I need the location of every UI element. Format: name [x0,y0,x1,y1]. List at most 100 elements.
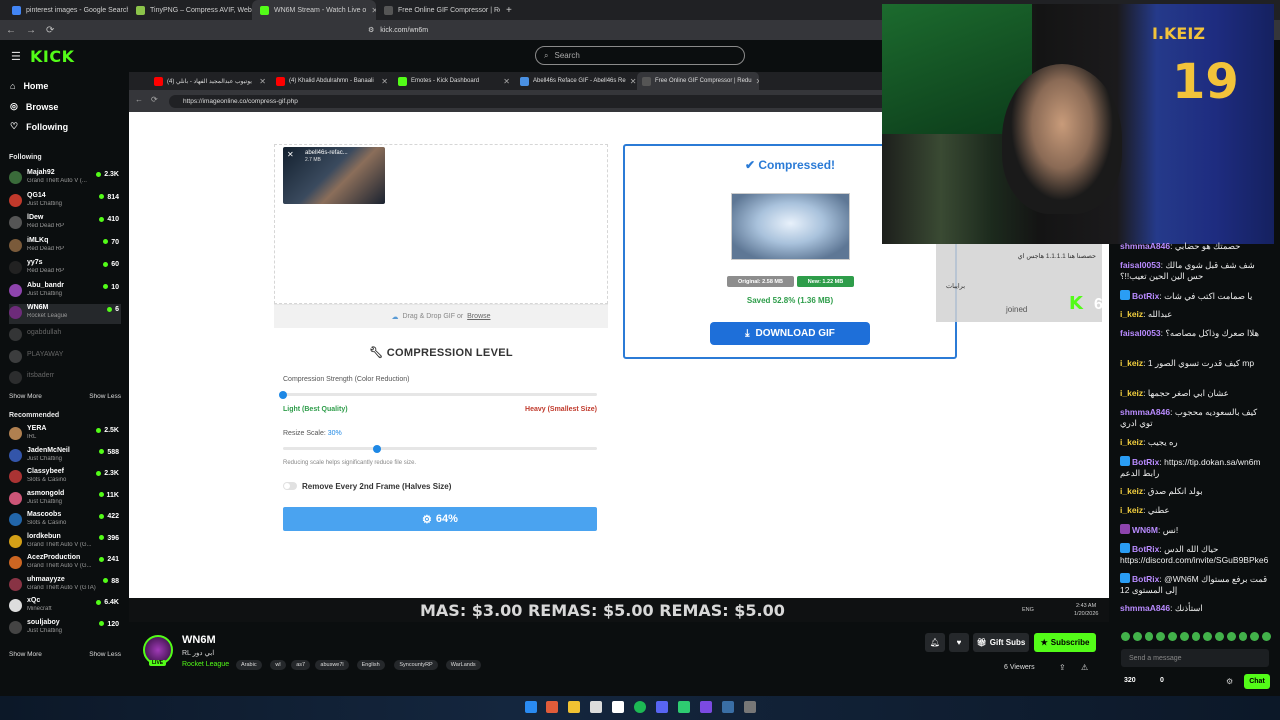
chat-username[interactable]: shmmaA846 [1120,603,1170,613]
sidebar-channel[interactable]: Mascoobs Slots & Casino 422 [9,511,121,531]
resize-slider[interactable] [283,447,597,450]
inner-tab[interactable]: Emotes - Kick Dashboard ✕ [393,72,515,90]
chat-username[interactable]: i_keiz [1120,388,1143,398]
sidebar-channel[interactable]: iMLKq Red Dead RP 70 [9,237,121,257]
sidebar-channel[interactable]: AcezProduction Grand Theft Auto V (G... 24… [9,554,121,574]
chat-username[interactable]: BotRix [1132,544,1159,554]
app-icon-2[interactable] [700,701,712,713]
emote-icon[interactable] [1179,632,1189,641]
reload-icon[interactable]: ⟳ [46,25,54,36]
search-input[interactable]: ⌕ Search [535,46,745,65]
show-more-link[interactable]: Show More [9,393,42,400]
emote-icon[interactable] [1226,632,1236,641]
inner-tab[interactable]: Free Online GIF Compressor | Redu ✕ [637,72,759,90]
close-icon[interactable]: ✕ [259,77,266,86]
folder-icon[interactable] [568,701,580,713]
close-icon[interactable]: ✕ [503,77,510,86]
notification-bell-icon[interactable]: 🔔︎ [925,633,945,652]
browser-tab[interactable]: Free Online GIF Compressor | Reduc✕ [376,0,500,20]
discord-icon[interactable] [656,701,668,713]
sidebar-channel[interactable]: YERA IRL 2.5K [9,425,121,445]
stream-tag[interactable]: WarLands [445,660,481,670]
chat-username[interactable]: shmmaA846 [1120,407,1170,417]
back-icon[interactable]: ← [135,95,143,104]
stream-tag[interactable]: SyncountyRP [394,660,438,670]
sidebar-channel[interactable]: itsbaderr [9,369,121,389]
url-field[interactable]: ⚙ kick.com/wn6m [368,23,888,37]
chat-username[interactable]: faisal0053 [1120,260,1161,270]
inner-tab[interactable]: Abell46s Reface GIF - Abell46s Re ✕ [515,72,637,90]
browser-tab[interactable]: TinyPNG – Compress AVIF, WebP, PNG✕ [128,0,252,20]
emote-icon[interactable] [1238,632,1248,641]
windows-start-icon[interactable] [525,701,537,713]
streamer-name[interactable]: WN6M [182,634,216,646]
chat-username[interactable]: BotRix [1132,457,1159,467]
sidebar-channel[interactable]: souljaboy Just Chatting 120 [9,619,121,639]
inner-tab[interactable]: (4) Khalid Abdulrahmn - Banaali ✕ [271,72,393,90]
forward-icon[interactable]: → [26,25,36,36]
settings-icon[interactable]: ⚙ [1226,677,1233,686]
steam-icon[interactable] [722,701,734,713]
browser-tab[interactable]: pinterest images - Google Search✕ [4,0,128,20]
inner-url-field[interactable]: https://imageonline.co/compress-gif.php [169,95,909,108]
close-icon[interactable]: ✕ [381,77,388,86]
store-icon[interactable] [590,701,602,713]
stream-tag[interactable]: wl [270,660,286,670]
sidebar-channel[interactable]: ogabdullah [9,326,121,346]
strength-slider-knob[interactable] [279,391,287,399]
chat-username[interactable]: i_keiz [1120,486,1143,496]
emote-icon[interactable] [1132,632,1142,641]
emote-icon[interactable] [1262,632,1271,641]
sidebar-channel[interactable]: WN6M Rocket League 6 [9,304,121,324]
sidebar-channel[interactable]: yy7s Red Dead RP 60 [9,259,121,279]
remove-frame-toggle[interactable] [283,482,297,490]
emote-icon[interactable] [1191,632,1201,641]
chat-username[interactable]: BotRix [1132,291,1159,301]
sidebar-nav-home[interactable]: ⌂ Home [10,81,48,91]
remove-file-icon[interactable]: ✕ [287,150,294,159]
reload-icon[interactable]: ⟳ [151,95,158,104]
emote-icon[interactable] [1121,632,1130,641]
emote-icon[interactable] [1215,632,1224,641]
emote-icon[interactable] [1156,632,1166,641]
app-icon[interactable] [612,701,624,713]
sidebar-channel[interactable]: JadenMcNeil Just Chatting 588 [9,447,121,467]
stream-tag[interactable]: abuswe7l [315,660,349,670]
show-less-link[interactable]: Show Less [89,393,121,400]
stream-tag[interactable]: English [356,660,385,670]
chat-username[interactable]: shmmaA846 [1120,241,1170,251]
chat-send-button[interactable]: Chat [1244,674,1270,689]
sidebar-nav-following[interactable]: ♡ Following [10,121,68,132]
sidebar-channel[interactable]: PLAYAWAY [9,348,121,368]
menu-icon[interactable]: ☰ [11,50,21,63]
close-icon[interactable]: ✕ [630,77,637,86]
subscribe-button[interactable]: ★ Subscribe [1034,633,1096,652]
show-less-link[interactable]: Show Less [89,651,121,658]
heart-icon[interactable]: ♥ [949,633,969,652]
spotify-icon[interactable] [634,701,646,713]
strength-slider[interactable] [283,393,597,396]
back-icon[interactable]: ← [6,25,16,36]
new-tab-icon[interactable]: + [506,5,512,16]
xbox-icon[interactable] [678,701,690,713]
sidebar-channel[interactable]: Abu_bandr Just Chatting 10 [9,282,121,302]
sidebar-channel[interactable]: Classybeef Slots & Casino 2.3K [9,468,121,488]
browser-tab[interactable]: WN6M Stream - Watch Live o ✕ [252,0,376,20]
site-info-icon[interactable]: ⚙ [368,26,374,34]
chat-username[interactable]: i_keiz [1120,309,1143,319]
emote-icon[interactable] [1250,632,1260,641]
sidebar-channel[interactable]: xQc Minecraft 6.4K [9,597,121,617]
chat-input[interactable]: Send a message [1121,649,1269,667]
chat-username[interactable]: i_keiz [1120,505,1143,515]
download-button[interactable]: ⤓ DOWNLOAD GIF [710,322,870,345]
emote-icon[interactable] [1203,632,1213,641]
sidebar-channel[interactable]: QG14 Just Chatting 814 [9,192,121,212]
emote-icon[interactable] [1144,632,1154,641]
chat-username[interactable]: i_keiz [1120,358,1143,368]
browse-link[interactable]: Browse [467,313,490,320]
sidebar-channel[interactable]: uhmaayyze Grand Theft Auto V (GTA) 88 [9,576,121,596]
inner-tab[interactable]: يوتيوب عبدالمجيد الفهاد - بانلي (4) ✕ [149,72,271,90]
sidebar-channel[interactable]: lordkebun Grand Theft Auto V (G... 396 [9,533,121,553]
drop-zone[interactable]: ☁ Drag & Drop GIF or Browse [274,304,608,328]
chat-username[interactable]: faisal0053 [1120,328,1161,338]
